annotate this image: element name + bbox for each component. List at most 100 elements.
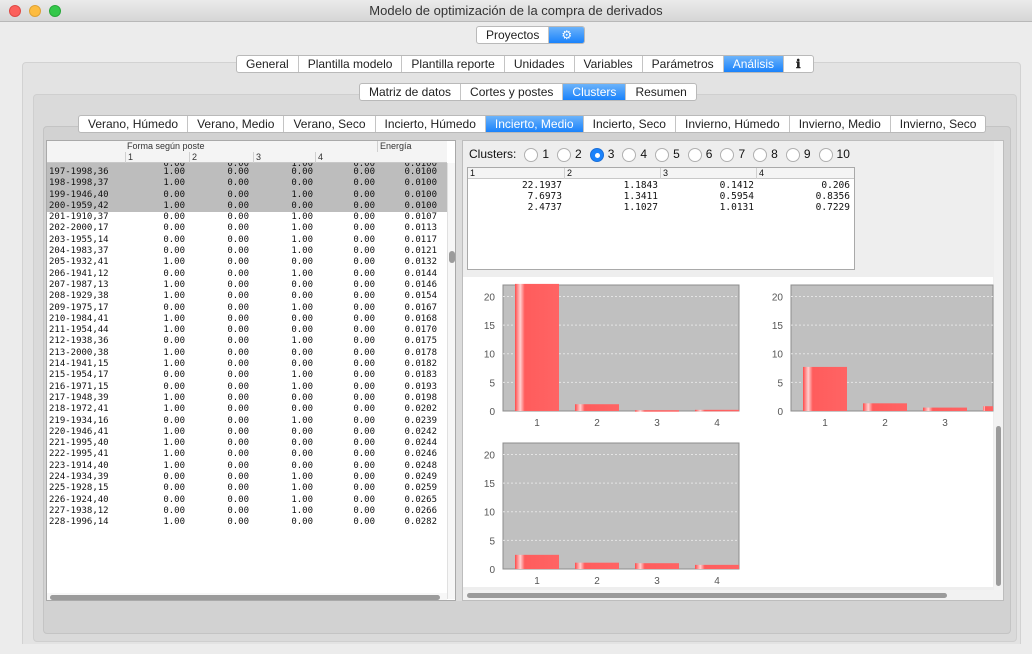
table-row[interactable]: 227-1938,12 0.00 0.00 1.00 0.00 0.0266 — [47, 506, 447, 517]
column-header-3[interactable]: 3 — [253, 152, 315, 163]
table-vertical-scrollbar[interactable] — [447, 163, 455, 599]
column-header-2[interactable]: 2 — [189, 152, 253, 163]
scroll-thumb[interactable] — [449, 251, 455, 263]
info-icon[interactable]: ℹ — [784, 56, 813, 72]
tab-parametros[interactable]: Parámetros — [643, 56, 724, 72]
results-horizontal-scrollbar[interactable] — [463, 590, 994, 600]
radio-button[interactable] — [622, 147, 637, 162]
clusters-option-3[interactable]: 3 — [582, 147, 614, 162]
centroid-table-row[interactable]: 7.6973 1.3411 0.5954 0.8356 — [468, 191, 854, 202]
scenario-tab-incierto-seco[interactable]: Incierto, Seco — [584, 116, 676, 132]
clusters-option-5[interactable]: 5 — [647, 147, 680, 162]
tab-analisis[interactable]: Análisis — [723, 56, 785, 72]
tab-general[interactable]: General — [237, 56, 299, 72]
table-row[interactable]: 220-1946,41 1.00 0.00 0.00 0.00 0.0242 — [47, 427, 447, 438]
sub-tab-clusters[interactable]: Clusters — [563, 84, 627, 100]
scroll-thumb[interactable] — [467, 593, 947, 598]
table-row[interactable]: 203-1955,14 0.00 0.00 1.00 0.00 0.0117 — [47, 235, 447, 246]
table-row[interactable]: 204-1983,37 0.00 0.00 1.00 0.00 0.0121 — [47, 246, 447, 257]
radio-button[interactable] — [557, 147, 572, 162]
table-horizontal-scrollbar[interactable] — [47, 593, 447, 600]
table-row[interactable]: 213-2000,38 1.00 0.00 0.00 0.00 0.0178 — [47, 348, 447, 359]
tab-unidades[interactable]: Unidades — [505, 56, 575, 72]
tab-plantilla-reporte[interactable]: Plantilla reporte — [402, 56, 505, 72]
gear-icon[interactable]: ⚙ — [549, 27, 585, 43]
clusters-option-4[interactable]: 4 — [614, 147, 647, 162]
table-row[interactable]: 217-1948,39 1.00 0.00 0.00 0.00 0.0198 — [47, 393, 447, 404]
table-row[interactable]: 206-1941,12 0.00 0.00 1.00 0.00 0.0144 — [47, 269, 447, 280]
table-row[interactable]: 216-1971,15 0.00 0.00 1.00 0.00 0.0193 — [47, 382, 447, 393]
table-row[interactable]: 207-1987,13 1.00 0.00 0.00 0.00 0.0146 — [47, 280, 447, 291]
clusters-option-8[interactable]: 8 — [745, 147, 778, 162]
sub-tab-matriz-de-datos[interactable]: Matriz de datos — [360, 84, 462, 100]
scroll-thumb[interactable] — [50, 595, 440, 600]
radio-button[interactable] — [818, 147, 833, 162]
table-row[interactable]: 205-1932,41 1.00 0.00 0.00 0.00 0.0132 — [47, 257, 447, 268]
clusters-option-2[interactable]: 2 — [549, 147, 582, 162]
table-row[interactable]: 225-1928,15 0.00 0.00 1.00 0.00 0.0259 — [47, 483, 447, 494]
scenario-tab-invierno-medio[interactable]: Invierno, Medio — [790, 116, 891, 132]
table-row[interactable]: 211-1954,44 1.00 0.00 0.00 0.00 0.0170 — [47, 325, 447, 336]
radio-button[interactable] — [785, 147, 800, 162]
table-row[interactable]: 198-1998,37 1.00 0.00 0.00 0.00 0.0100 — [47, 178, 447, 190]
close-window-button[interactable] — [9, 5, 21, 17]
clusters-option-10[interactable]: 10 — [811, 147, 850, 162]
data-table[interactable]: Forma según poste Energía 1 2 3 4 0.00 0… — [46, 140, 456, 601]
column-header-1[interactable]: 1 — [125, 152, 189, 163]
scenario-tab-invierno-seco[interactable]: Invierno, Seco — [891, 116, 986, 132]
scenario-tab-incierto-medio[interactable]: Incierto, Medio — [485, 116, 584, 132]
table-row[interactable]: 201-1910,37 0.00 0.00 1.00 0.00 0.0107 — [47, 212, 447, 223]
column-header-4[interactable]: 4 — [315, 152, 377, 163]
table-row[interactable]: 215-1954,17 0.00 0.00 1.00 0.00 0.0183 — [47, 370, 447, 381]
table-row[interactable]: 214-1941,15 1.00 0.00 0.00 0.00 0.0182 — [47, 359, 447, 370]
radio-button[interactable] — [720, 147, 735, 162]
clusters-option-9[interactable]: 9 — [778, 147, 811, 162]
table-row[interactable]: 219-1934,16 0.00 0.00 1.00 0.00 0.0239 — [47, 416, 447, 427]
scenario-tab-invierno-humedo[interactable]: Invierno, Húmedo — [676, 116, 790, 132]
radio-button[interactable] — [589, 147, 604, 162]
scenario-tab-verano-humedo[interactable]: Verano, Húmedo — [79, 116, 189, 132]
clusters-option-1[interactable]: 1 — [516, 147, 549, 162]
centroid-table[interactable]: 1 2 3 4 22.1937 1.1843 0.1412 0.206 7.6973 1.… — [467, 167, 855, 270]
table-row[interactable]: 200-1959,42 1.00 0.00 0.00 0.00 0.0100 — [47, 200, 447, 213]
centroid-table-row[interactable]: 2.4737 1.1027 1.0131 0.7229 — [468, 202, 854, 213]
table-row[interactable]: 202-2000,17 0.00 0.00 1.00 0.00 0.0113 — [47, 223, 447, 234]
table-row[interactable]: 223-1914,40 1.00 0.00 0.00 0.00 0.0248 — [47, 461, 447, 472]
header-energia[interactable]: Energía — [377, 141, 447, 152]
results-vertical-scrollbar[interactable] — [994, 141, 1003, 600]
table-row[interactable]: 228-1996,14 1.00 0.00 0.00 0.00 0.0282 — [47, 517, 447, 528]
clusters-option-7[interactable]: 7 — [712, 147, 745, 162]
table-row[interactable]: 212-1938,36 0.00 0.00 1.00 0.00 0.0175 — [47, 336, 447, 347]
sub-tab-resumen[interactable]: Resumen — [626, 84, 695, 100]
centroid-column-header-2[interactable]: 2 — [564, 168, 572, 179]
centroid-column-header-4[interactable]: 4 — [756, 168, 764, 179]
table-row[interactable]: 210-1984,41 1.00 0.00 0.00 0.00 0.0168 — [47, 314, 447, 325]
sub-tab-cortes-y-postes[interactable]: Cortes y postes — [461, 84, 564, 100]
zoom-window-button[interactable] — [49, 5, 61, 17]
table-row[interactable]: 221-1995,40 1.00 0.00 0.00 0.00 0.0244 — [47, 438, 447, 449]
table-row[interactable]: 218-1972,41 1.00 0.00 0.00 0.00 0.0202 — [47, 404, 447, 415]
radio-button[interactable] — [753, 147, 768, 162]
table-row[interactable]: 208-1929,38 1.00 0.00 0.00 0.00 0.0154 — [47, 291, 447, 302]
centroid-column-header-3[interactable]: 3 — [660, 168, 668, 179]
tab-plantilla-modelo[interactable]: Plantilla modelo — [299, 56, 403, 72]
scenario-tab-incierto-humedo[interactable]: Incierto, Húmedo — [376, 116, 486, 132]
centroid-table-row[interactable]: 22.1937 1.1843 0.1412 0.206 — [468, 180, 854, 191]
centroid-column-header-1[interactable]: 1 — [468, 168, 475, 179]
table-row[interactable]: 199-1946,40 0.00 0.00 1.00 0.00 0.0100 — [47, 189, 447, 201]
table-row[interactable]: 222-1995,41 1.00 0.00 0.00 0.00 0.0246 — [47, 449, 447, 460]
table-row[interactable]: 209-1975,17 0.00 0.00 1.00 0.00 0.0167 — [47, 303, 447, 314]
clusters-option-6[interactable]: 6 — [680, 147, 712, 162]
tab-variables[interactable]: Variables — [575, 56, 643, 72]
scenario-tab-verano-seco[interactable]: Verano, Seco — [284, 116, 376, 132]
table-row[interactable]: 197-1998,36 1.00 0.00 0.00 0.00 0.0100 — [47, 167, 447, 179]
table-row[interactable]: 224-1934,39 0.00 0.00 1.00 0.00 0.0249 — [47, 472, 447, 483]
radio-button[interactable] — [524, 147, 539, 162]
table-row[interactable]: 226-1924,40 0.00 0.00 1.00 0.00 0.0265 — [47, 495, 447, 506]
tab-proyectos[interactable]: Proyectos — [477, 27, 550, 43]
radio-button[interactable] — [687, 147, 702, 162]
scenario-tab-verano-medio[interactable]: Verano, Medio — [188, 116, 285, 132]
radio-button[interactable] — [655, 147, 670, 162]
scroll-thumb[interactable] — [996, 426, 1001, 586]
minimize-window-button[interactable] — [29, 5, 41, 17]
